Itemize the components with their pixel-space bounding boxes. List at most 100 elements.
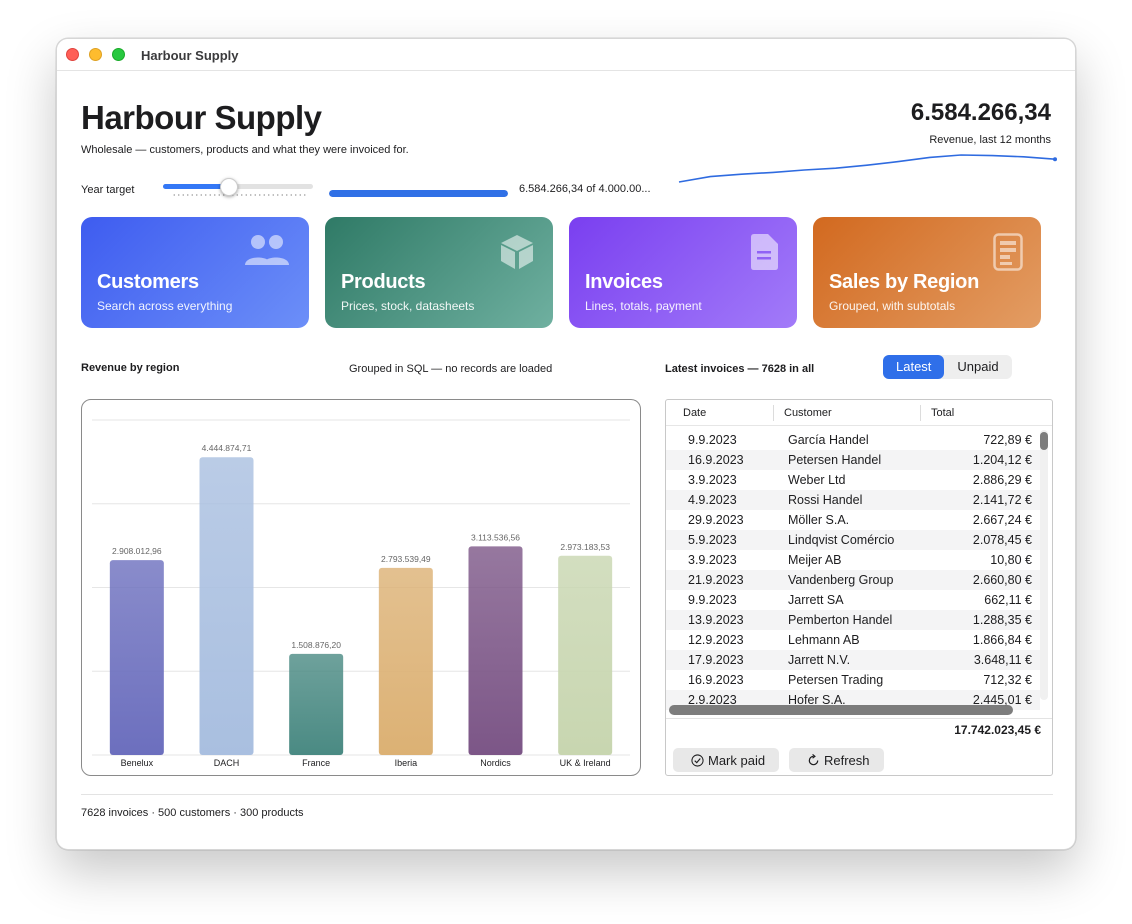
mark-paid-label: Mark paid [708, 752, 766, 768]
column-header-total[interactable]: Total [931, 407, 954, 419]
cell-total: 2.660,80 € [972, 573, 1032, 587]
close-window-button[interactable] [66, 48, 79, 61]
column-header-date[interactable]: Date [683, 407, 706, 419]
table-row[interactable]: 3.9.2023 Weber Ltd 2.886,29 € [666, 470, 1040, 490]
cell-total: 2.667,24 € [972, 513, 1032, 527]
cell-customer: Pemberton Handel [788, 613, 893, 627]
table-row[interactable]: 9.9.2023 Jarrett SA 662,11 € [666, 590, 1040, 610]
cell-date: 5.9.2023 [688, 533, 737, 547]
card-subtitle: Prices, stock, datasheets [341, 299, 475, 313]
invoices-card[interactable]: Invoices Lines, totals, payment [569, 217, 797, 328]
cell-date: 16.9.2023 [688, 453, 744, 467]
slider-knob[interactable] [220, 178, 238, 196]
cell-customer: Jarrett N.V. [788, 653, 851, 667]
column-divider [920, 405, 921, 421]
products-card[interactable]: Products Prices, stock, datasheets [325, 217, 553, 328]
window-title: Harbour Supply [141, 48, 239, 63]
region-section-note: Grouped in SQL — no records are loaded [349, 363, 553, 375]
bar-value-label: 3.113.536,56 [471, 532, 520, 542]
horizontal-scrollbar[interactable] [669, 705, 1013, 715]
card-subtitle: Lines, totals, payment [585, 299, 702, 313]
bar-value-label: 2.908.012,96 [112, 546, 162, 556]
page-subtitle: Wholesale — customers, products and what… [81, 144, 409, 156]
category-label: Nordics [480, 758, 511, 768]
cell-date: 3.9.2023 [688, 473, 737, 487]
cell-customer: Petersen Trading [788, 673, 884, 687]
checkmark-circle-icon [691, 753, 704, 767]
table-row[interactable]: 17.9.2023 Jarrett N.V. 3.648,11 € [666, 650, 1040, 670]
table-header: Date Customer Total [666, 400, 1052, 426]
table-row[interactable]: 21.9.2023 Vandenberg Group 2.660,80 € [666, 570, 1040, 590]
invoice-filter-segmented-control[interactable]: Latest Unpaid [883, 355, 1012, 379]
cell-total: 662,11 € [984, 593, 1032, 607]
bar-value-label: 4.444.874,71 [202, 443, 252, 453]
cell-customer: Möller S.A. [788, 513, 850, 527]
cell-date: 17.9.2023 [688, 653, 744, 667]
table-row[interactable]: 9.9.2023 García Handel 722,89 € [666, 430, 1040, 450]
table-row[interactable]: 29.9.2023 Möller S.A. 2.667,24 € [666, 510, 1040, 530]
table-row[interactable]: 4.9.2023 Rossi Handel 2.141,72 € [666, 490, 1040, 510]
cell-customer: Petersen Handel [788, 453, 882, 467]
card-subtitle: Search across everything [97, 299, 233, 313]
table-row[interactable]: 3.9.2023 Meijer AB 10,80 € [666, 550, 1040, 570]
cell-customer: Meijer AB [788, 553, 842, 567]
box-icon [501, 235, 533, 269]
cell-customer: Lehmann AB [788, 633, 860, 647]
category-label: UK & Ireland [560, 758, 611, 768]
revenue-sparkline [678, 154, 1057, 183]
card-title: Sales by Region [829, 271, 979, 293]
bar-nordics [468, 546, 523, 755]
cell-total: 712,32 € [983, 673, 1032, 687]
target-progress-bar [329, 190, 508, 197]
category-label: DACH [214, 758, 240, 768]
segment-unpaid[interactable]: Unpaid [944, 355, 1011, 379]
category-label: Benelux [121, 758, 154, 768]
sparkline-path [678, 154, 1056, 183]
vertical-scrollbar[interactable] [1040, 430, 1048, 700]
minimize-window-button[interactable] [89, 48, 102, 61]
bar-uk-ireland [558, 555, 613, 755]
cell-date: 21.9.2023 [688, 573, 744, 587]
invoices-total: 17.742.023,45 € [954, 723, 1041, 737]
cell-date: 16.9.2023 [688, 673, 744, 687]
revenue-total: 6.584.266,34 [910, 99, 1051, 126]
column-divider [773, 405, 774, 421]
table-row[interactable]: 12.9.2023 Lehmann AB 1.866,84 € [666, 630, 1040, 650]
cell-date: 13.9.2023 [688, 613, 744, 627]
sales-by-region-card[interactable]: Sales by Region Grouped, with subtotals [813, 217, 1041, 328]
region-chart-frame: 2.908.012,96 Benelux 4.444.874,71 DACH 1.508… [81, 399, 641, 776]
cell-date: 4.9.2023 [688, 493, 737, 507]
mark-paid-button[interactable]: Mark paid [673, 748, 780, 772]
cell-customer: Rossi Handel [788, 493, 863, 507]
report-icon [993, 233, 1023, 271]
card-title: Customers [97, 271, 199, 293]
invoices-table: Date Customer Total 9.9.2023 García Hande… [665, 399, 1053, 776]
refresh-button[interactable]: Refresh [789, 748, 884, 772]
table-row[interactable]: 5.9.2023 Lindqvist Comércio 2.078,45 € [666, 530, 1040, 550]
bar-value-label: 2.973.183,53 [560, 542, 610, 552]
invoices-section-label: Latest invoices — 7628 in all [665, 363, 815, 375]
table-row[interactable]: 16.9.2023 Petersen Trading 712,32 € [666, 670, 1040, 690]
category-label: Iberia [395, 758, 418, 768]
target-progress-fill [329, 190, 508, 197]
refresh-label: Refresh [824, 752, 870, 768]
column-header-customer[interactable]: Customer [784, 407, 832, 419]
table-row[interactable]: 13.9.2023 Pemberton Handel 1.288,35 € [666, 610, 1040, 630]
sparkline-end-dot [1053, 157, 1057, 162]
cell-date: 12.9.2023 [688, 633, 744, 647]
year-target-label: Year target [81, 184, 135, 196]
cell-total: 1.866,84 € [972, 633, 1032, 647]
segment-latest[interactable]: Latest [883, 355, 945, 379]
cell-date: 9.9.2023 [688, 593, 737, 607]
zoom-window-button[interactable] [112, 48, 125, 61]
footer-status: 7628 invoices · 500 customers · 300 prod… [81, 807, 304, 819]
vertical-scroll-thumb[interactable] [1040, 432, 1048, 450]
customers-card[interactable]: Customers Search across everything [81, 217, 309, 328]
bar-dach [199, 457, 254, 755]
cell-customer: Weber Ltd [788, 473, 846, 487]
cell-total: 2.886,29 € [972, 473, 1032, 487]
table-row[interactable]: 16.9.2023 Petersen Handel 1.204,12 € [666, 450, 1040, 470]
cell-total: 1.288,35 € [972, 613, 1032, 627]
cell-total: 722,89 € [983, 433, 1032, 447]
region-section-label: Revenue by region [81, 362, 180, 374]
